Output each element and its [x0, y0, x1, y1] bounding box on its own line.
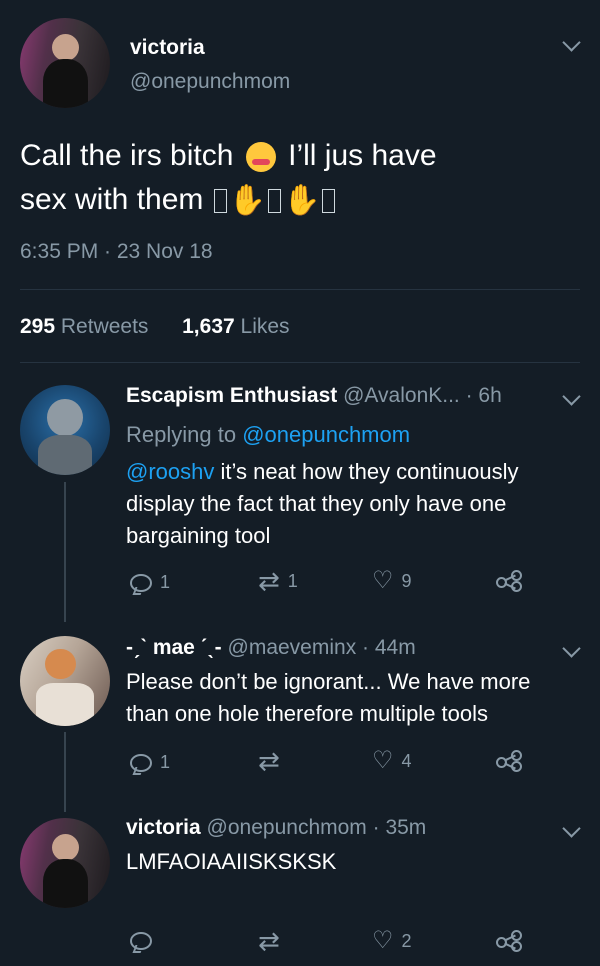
divider — [20, 289, 580, 290]
reply-icon — [130, 573, 152, 592]
missing-glyph-icon — [322, 189, 336, 214]
avatar[interactable] — [20, 385, 110, 475]
share-button[interactable] — [496, 930, 522, 952]
likes-count: 1,637 — [182, 315, 235, 338]
retweet-icon: ⇄ — [258, 746, 280, 776]
like-count: 2 — [401, 930, 412, 951]
like-button[interactable]: ♡ 4 — [372, 747, 412, 774]
share-icon — [496, 750, 522, 772]
likes-label: Likes — [240, 315, 290, 338]
reply-header: -ˏˋ mae ˊˎ- @maeveminx · 44m — [126, 636, 416, 660]
retweets-label: Retweets — [60, 315, 149, 338]
share-button[interactable] — [496, 570, 522, 592]
clapping-hands-icon: ✋ — [228, 184, 267, 218]
reply-text-line: LMFAOIAAIISKSKSK — [126, 849, 337, 874]
clapping-hands-icon: ✋ — [283, 184, 321, 218]
author-handle-time[interactable]: @onepunchmom · 35m — [207, 816, 427, 839]
tweet-text-line1b: I’ll jus have — [288, 139, 437, 172]
thread-line — [64, 482, 66, 622]
retweets-count: 295 — [20, 315, 56, 338]
retweet-icon: ⇄ — [258, 566, 280, 596]
share-icon — [496, 570, 522, 592]
chevron-down-icon[interactable] — [562, 819, 581, 838]
heart-icon: ♡ — [372, 567, 394, 594]
tweet-text-line1: Call the irs bitch — [20, 139, 234, 172]
like-button[interactable]: ♡ 9 — [372, 567, 412, 594]
divider — [20, 362, 580, 363]
tweet-stats: 295 Retweets 1,637 Likes — [20, 315, 290, 339]
like-button[interactable]: ♡ 2 — [372, 927, 412, 954]
share-icon — [496, 930, 522, 952]
reply-text-line: than one hole therefore multiple tools — [126, 701, 489, 726]
reply-text-line: Please don’t be ignorant... We have more — [126, 669, 531, 694]
reply-count: 1 — [160, 572, 171, 592]
author-name[interactable]: victoria — [126, 816, 201, 839]
author-handle-time[interactable]: @maeveminx · 44m — [228, 636, 416, 659]
like-count: 9 — [401, 570, 412, 591]
author-name[interactable]: victoria — [130, 36, 205, 60]
missing-glyph-icon — [213, 189, 227, 214]
chevron-down-icon[interactable] — [562, 639, 581, 658]
reply-text-first: it’s neat how they continuously — [214, 459, 519, 484]
retweets-stat[interactable]: 295 Retweets — [20, 315, 154, 338]
reply-button[interactable]: 1 — [130, 752, 170, 773]
mention-link[interactable]: @rooshv — [126, 459, 214, 484]
retweet-button[interactable]: ⇄ — [258, 926, 288, 956]
author-name[interactable]: -ˏˋ mae ˊˎ- — [126, 636, 222, 659]
reply-icon — [130, 753, 152, 772]
avatar[interactable] — [20, 818, 110, 908]
reply-count: 1 — [160, 752, 171, 772]
replying-prefix: Replying to — [126, 422, 237, 447]
tweet-text-line2: sex with them — [20, 183, 204, 216]
chevron-down-icon[interactable] — [562, 33, 581, 52]
chevron-down-icon[interactable] — [562, 387, 581, 406]
heart-icon: ♡ — [372, 747, 394, 774]
reply-text: @rooshv it’s neat how they continuously … — [126, 456, 586, 552]
avatar[interactable] — [20, 636, 110, 726]
likes-stat[interactable]: 1,637 Likes — [182, 315, 289, 338]
reply-header: victoria @onepunchmom · 35m — [126, 816, 426, 840]
avatar[interactable] — [20, 18, 110, 108]
reply-button[interactable]: 1 — [130, 572, 170, 593]
tweet-text: Call the irs bitch I’ll jus have sex wit… — [20, 134, 580, 223]
author-name[interactable]: Escapism Enthusiast — [126, 384, 337, 407]
heart-icon: ♡ — [372, 927, 394, 954]
replying-to: Replying to @onepunchmom — [126, 422, 410, 448]
author-handle-time[interactable]: @AvalonK... · 6h — [343, 384, 502, 407]
thread-line — [64, 732, 66, 812]
like-count: 4 — [401, 750, 412, 771]
retweet-button[interactable]: ⇄ — [258, 746, 288, 776]
retweet-button[interactable]: ⇄ 1 — [258, 566, 298, 596]
author-handle[interactable]: @onepunchmom — [130, 70, 290, 94]
share-button[interactable] — [496, 750, 522, 772]
reply-text: LMFAOIAAIISKSKSK — [126, 846, 586, 878]
reply-header: Escapism Enthusiast @AvalonK... · 6h — [126, 384, 502, 408]
reply-text-line: display the fact that they only have one — [126, 491, 507, 516]
timestamp[interactable]: 6:35 PM · 23 Nov 18 — [20, 240, 213, 264]
reply-icon — [130, 932, 152, 950]
woozy-face-icon — [245, 142, 276, 173]
reply-text: Please don’t be ignorant... We have more… — [126, 666, 586, 730]
retweet-count: 1 — [287, 570, 298, 591]
reply-text-line: bargaining tool — [126, 523, 271, 548]
reply-button[interactable] — [130, 932, 160, 950]
retweet-icon: ⇄ — [258, 926, 280, 956]
replying-to-link[interactable]: @onepunchmom — [242, 422, 410, 447]
missing-glyph-icon — [268, 189, 282, 214]
